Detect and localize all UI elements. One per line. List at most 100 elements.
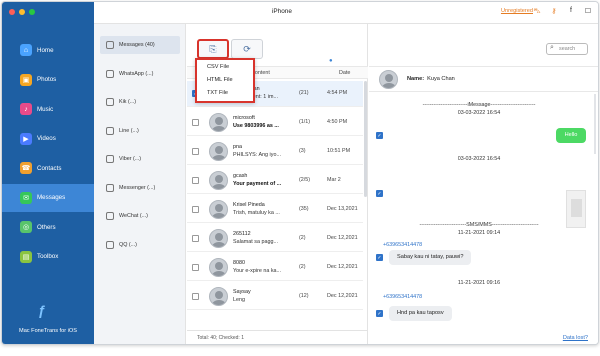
device-selector[interactable]: iPhone (269, 8, 292, 15)
messenger-icon (106, 183, 114, 192)
row-checkbox[interactable] (192, 235, 199, 242)
category-label: Messenger (...) (119, 184, 156, 191)
menu-item-csv[interactable]: CSV File (207, 64, 229, 70)
music-icon: ♪ (20, 103, 32, 115)
qq-icon (106, 240, 114, 249)
home-icon: ⌂ (20, 44, 32, 56)
category-message[interactable]: Messages (40) (100, 36, 180, 54)
row-checkbox[interactable] (192, 293, 199, 300)
row-checkbox[interactable] (192, 264, 199, 271)
category-qq[interactable]: QQ (...) (100, 236, 180, 254)
toolbox-icon: ▤ (20, 250, 32, 263)
sidebar-item-label: Contacts (37, 164, 62, 172)
app-logo-icon: ƒ (38, 302, 46, 318)
close-window-button[interactable] (9, 9, 15, 15)
top-bar-icons: ⛍ ⚷ f ☐ (533, 7, 592, 16)
export-to-computer-button[interactable]: ⎘ (197, 39, 229, 59)
detail-scrollbar[interactable] (594, 94, 596, 154)
message-date: Dec 13,2021 (327, 206, 358, 212)
videos-icon: ▶ (20, 132, 32, 145)
message-count: (21) (299, 90, 309, 96)
conversation-row[interactable]: Krisel Pineda Trish, matuluy ka ... (35) De… (187, 197, 363, 223)
row-checkbox[interactable] (192, 206, 199, 213)
conversation-row[interactable]: gcash Your payment of ... (2/5) Mar 2 (187, 168, 363, 194)
message-preview: Salamat sa pagg... (233, 239, 278, 245)
export-icon: ⎘ (209, 43, 217, 54)
key-icon[interactable]: ⚷ (550, 7, 558, 16)
sidebar-item-label: Music (37, 105, 54, 113)
zoom-window-button[interactable] (29, 9, 35, 15)
data-lost-link[interactable]: Data lost? (563, 335, 588, 341)
sidebar-item-home[interactable]: ⌂ Home (2, 36, 94, 64)
avatar (379, 70, 398, 89)
list-scrollbar[interactable] (364, 81, 367, 197)
avatar (209, 113, 228, 132)
row-checkbox[interactable] (192, 119, 199, 126)
contact-name: Saysay (233, 289, 251, 295)
sidebar-item-messages[interactable]: ✉ Messages (2, 183, 94, 212)
message-date: 03-03-2022 16:54 (457, 110, 501, 116)
category-label: Viber (...) (119, 156, 142, 162)
row-checkbox[interactable] (192, 177, 199, 184)
chat-icon[interactable]: ☐ (584, 7, 592, 16)
sidebar-item-others[interactable]: ◎ Others (2, 213, 94, 241)
sidebar-item-label: Videos (37, 135, 56, 142)
menu-item-html[interactable]: HTML File (207, 77, 233, 83)
category-messenger[interactable]: Messenger (...) (100, 179, 180, 197)
sidebar-item-contacts[interactable]: ☎ Contacts (2, 154, 94, 182)
contact-name: 265112 (233, 231, 251, 237)
messages-icon: ✉ (20, 191, 32, 204)
conversation-row[interactable]: 265112 Salamat sa pagg... (2) Dec 12,2021 (187, 226, 363, 252)
message-checkbox[interactable]: ✓ (376, 190, 383, 197)
contacts-icon: ☎ (20, 162, 32, 174)
sidebar-item-photos[interactable]: ▣ Photos (2, 66, 94, 94)
conversation-row[interactable]: 8080 Your e-xpire na ka... (2) Dec 12,2021 (187, 255, 363, 281)
message-checkbox[interactable]: ✓ (376, 254, 383, 261)
row-checkbox[interactable] (192, 148, 199, 155)
refresh-icon: ⟳ (243, 43, 251, 54)
message-checkbox[interactable]: ✓ (376, 310, 383, 317)
sidebar-item-videos[interactable]: ▶ Videos (2, 125, 94, 153)
sort-icon: ● (329, 58, 333, 64)
message-date: Dec 12,2021 (327, 264, 358, 270)
category-whatsapp[interactable]: WhatsApp (...) (100, 65, 180, 83)
date-column-header[interactable]: Date (339, 70, 350, 76)
conversation-row[interactable]: pna PHILSYS: Ang iyo... (3) 10:51 PM (187, 139, 363, 165)
contact-name: 8080 (233, 260, 245, 266)
unregistered-link[interactable]: Unregistered (501, 8, 533, 14)
category-line[interactable]: Line (...) (100, 122, 180, 140)
refresh-button[interactable]: ⟳ (231, 39, 263, 59)
message-date: Mar 2 (327, 177, 341, 183)
message-preview: Use 9803996 as ... (233, 123, 279, 129)
message-date: Dec 12,2021 (327, 235, 358, 241)
sidebar-item-music[interactable]: ♪ Music (2, 95, 94, 123)
facebook-icon[interactable]: f (567, 7, 575, 16)
category-viber[interactable]: Viber (...) (100, 150, 180, 168)
category-kik[interactable]: Kik (...) (100, 93, 180, 111)
photos-icon: ▣ (20, 73, 32, 86)
menu-item-txt[interactable]: TXT File (207, 90, 228, 96)
line-icon (106, 126, 114, 135)
sms-separator: --------------------------SMS/MMS-------… (419, 222, 539, 228)
cart-icon[interactable]: ⛍ (533, 7, 541, 16)
message-checkbox[interactable]: ✓ (376, 132, 383, 139)
sidebar-item-label: Home (37, 46, 54, 54)
image-attachment-thumbnail[interactable] (566, 190, 586, 228)
avatar (209, 229, 228, 248)
category-wechat[interactable]: WeChat (...) (100, 207, 180, 225)
sidebar-item-toolbox[interactable]: ▤ Toolbox (2, 243, 94, 271)
wechat-icon (106, 212, 114, 220)
conversation-row[interactable]: Saysay Leng (12) Dec 12,2021 (187, 284, 363, 310)
message-icon (106, 41, 114, 49)
search-input[interactable]: search (546, 43, 588, 55)
conversation-row[interactable]: microsoft Use 9803996 as ... (1/1) 4:50 PM (187, 110, 363, 136)
sidebar-item-label: Others (37, 223, 56, 231)
list-footer-status: Total: 40; Checked: 1 (187, 330, 368, 344)
minimize-window-button[interactable] (19, 9, 25, 15)
others-icon: ◎ (20, 221, 32, 233)
contact-name: Krisel Pineda (233, 202, 265, 208)
contact-name: microsoft (233, 115, 255, 121)
category-label: WeChat (...) (119, 213, 148, 219)
message-date: 4:50 PM (327, 119, 348, 125)
message-date: 4:54 PM (327, 90, 348, 96)
